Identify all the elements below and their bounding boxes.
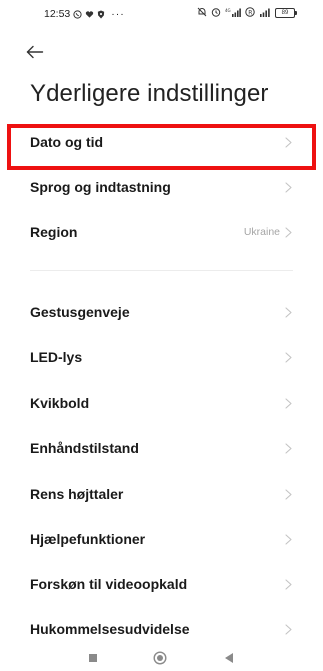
settings-row[interactable]: Sprog og indtastning [0, 166, 323, 208]
alarm-icon [211, 7, 221, 19]
settings-row-label: Rens højttaler [30, 486, 124, 502]
shield-icon [97, 9, 105, 19]
nav-back-button[interactable] [222, 651, 236, 665]
arrow-left-icon [26, 45, 44, 59]
chevron-right-icon [285, 181, 293, 193]
status-time: 12:53 [44, 8, 71, 20]
settings-row-value: Ukraine [243, 226, 280, 238]
home-circle-icon [153, 651, 167, 665]
heart-icon [85, 10, 94, 19]
chevron-right-icon [285, 351, 293, 363]
settings-row-label: Forskøn til videoopkald [30, 576, 188, 592]
r-icon: R [245, 7, 255, 19]
settings-row[interactable]: Region Ukraine [0, 211, 323, 253]
recents-square-icon [89, 654, 97, 662]
settings-row[interactable]: Enhåndstilstand [0, 427, 323, 469]
chevron-right-icon [285, 397, 293, 409]
svg-text:4G: 4G [225, 8, 231, 13]
settings-row[interactable]: Kvikbold [0, 382, 323, 424]
settings-row[interactable]: LED-lys [0, 336, 323, 378]
signal-icon: 4G [225, 8, 241, 19]
settings-row[interactable]: Rens højttaler [0, 473, 323, 515]
settings-row[interactable]: Hjælpefunktioner [0, 518, 323, 560]
chevron-right-icon [285, 488, 293, 500]
settings-row-label: Gestusgenveje [30, 304, 130, 320]
status-left: 12:53 ··· [44, 8, 125, 20]
settings-row-label: Hukommelsesudvidelse [30, 621, 190, 637]
chevron-right-icon [285, 533, 293, 545]
chevron-right-icon [285, 442, 293, 454]
status-bar: 12:53 ··· 4G R 89 [0, 0, 323, 28]
status-right: 4G R 89 [197, 7, 297, 19]
back-triangle-icon [225, 653, 233, 663]
settings-row[interactable]: Hukommelsesudvidelse [0, 608, 323, 650]
settings-row-label: Region [30, 224, 78, 240]
settings-row[interactable]: Forskøn til videoopkald [0, 563, 323, 605]
svg-text:R: R [248, 9, 252, 16]
settings-row-label: Sprog og indtastning [30, 179, 171, 195]
more-dots-icon: ··· [111, 8, 125, 20]
whatsapp-icon [73, 9, 82, 19]
chevron-right-icon [285, 623, 293, 635]
chevron-right-icon [285, 136, 293, 148]
settings-row-label: Hjælpefunktioner [30, 531, 146, 547]
settings-row-label: Dato og tid [30, 134, 104, 150]
recents-button[interactable] [86, 651, 100, 665]
page-title: Yderligere indstillinger [30, 80, 269, 107]
settings-row-label: Kvikbold [30, 395, 90, 411]
settings-row[interactable]: Dato og tid [0, 121, 323, 163]
chevron-right-icon [285, 306, 293, 318]
settings-row-label: LED-lys [30, 349, 83, 365]
battery-icon: 89 [275, 8, 297, 18]
chevron-right-icon [285, 578, 293, 590]
nav-bar [0, 645, 323, 671]
signal-icon [259, 8, 271, 19]
mute-icon [197, 7, 207, 19]
chevron-right-icon [285, 226, 293, 238]
settings-row[interactable]: Gestusgenveje [0, 291, 323, 333]
back-button[interactable] [26, 42, 50, 62]
settings-row-label: Enhåndstilstand [30, 440, 139, 456]
section-divider [30, 270, 293, 271]
home-button[interactable] [153, 651, 167, 665]
